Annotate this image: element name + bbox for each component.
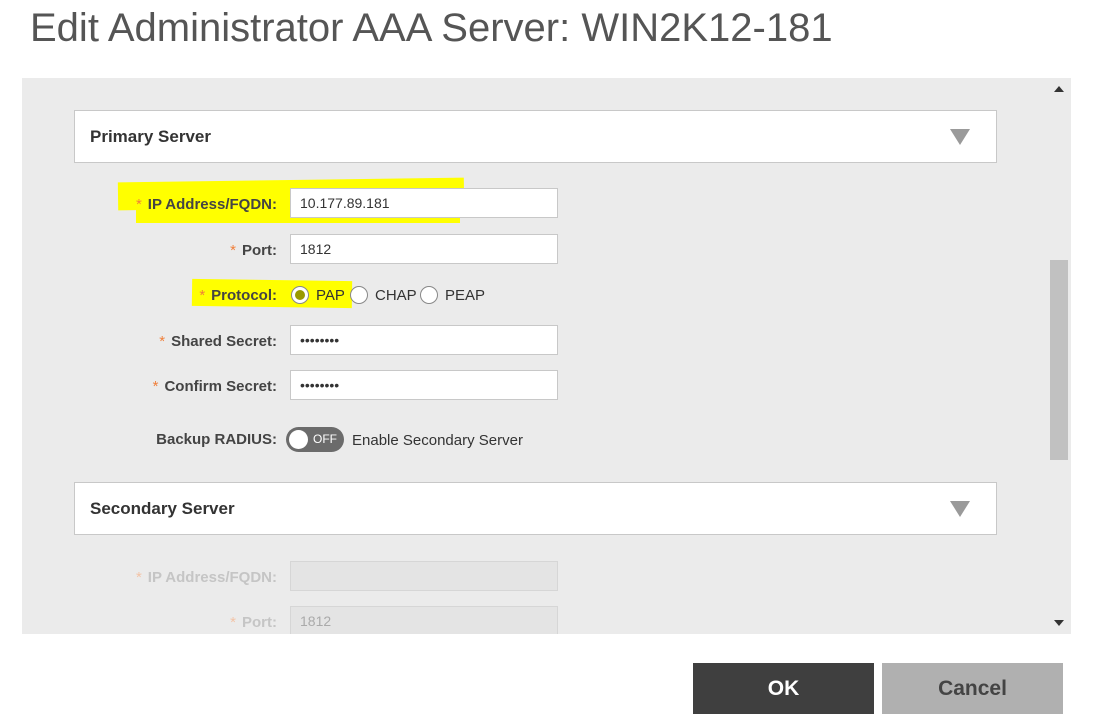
- radio-chap[interactable]: [350, 286, 368, 304]
- confirm-secret-label: * Confirm Secret:: [152, 378, 277, 395]
- secondary-port-field[interactable]: 1812: [290, 606, 558, 634]
- secondary-server-title: Secondary Server: [90, 499, 235, 518]
- scroll-down-arrow-icon[interactable]: [1054, 620, 1064, 626]
- port-label: * Port:: [230, 242, 277, 259]
- protocol-label: * Protocol:: [199, 287, 277, 304]
- radio-pap-label: PAP: [316, 287, 345, 304]
- primary-server-title: Primary Server: [90, 127, 211, 146]
- secondary-port-label: * Port:: [230, 614, 277, 631]
- secondary-server-header[interactable]: Secondary Server: [74, 482, 997, 535]
- toggle-state-label: OFF: [313, 432, 337, 446]
- primary-server-header[interactable]: Primary Server: [74, 110, 997, 163]
- dialog-title: Edit Administrator AAA Server: WIN2K12-1…: [30, 6, 833, 50]
- secondary-ip-field[interactable]: [290, 561, 558, 591]
- secondary-ip-label: * IP Address/FQDN:: [135, 569, 277, 586]
- shared-secret-text: ••••••••: [300, 332, 340, 348]
- secondary-port-text: 1812: [300, 613, 332, 629]
- ok-button[interactable]: OK: [693, 663, 874, 714]
- ip-address-label: * IP Address/FQDN:: [135, 196, 277, 213]
- shared-secret-field[interactable]: ••••••••: [290, 325, 558, 355]
- ip-address-text: 10.177.89.181: [300, 195, 390, 211]
- ip-address-field[interactable]: 10.177.89.181: [290, 188, 558, 218]
- shared-secret-label: * Shared Secret:: [159, 333, 277, 350]
- toggle-knob: [289, 430, 308, 449]
- form-panel: Primary Server * IP Address/FQDN: 10.177.…: [22, 78, 1071, 634]
- cancel-button[interactable]: Cancel: [882, 663, 1063, 714]
- chevron-down-icon[interactable]: [950, 501, 970, 517]
- confirm-secret-field[interactable]: ••••••••: [290, 370, 558, 400]
- radio-peap[interactable]: [420, 286, 438, 304]
- radio-pap[interactable]: [291, 286, 309, 304]
- backup-radius-toggle[interactable]: OFF: [286, 427, 344, 452]
- chevron-down-icon[interactable]: [950, 129, 970, 145]
- backup-radius-label: Backup RADIUS:: [156, 431, 277, 448]
- port-text: 1812: [300, 241, 332, 257]
- enable-secondary-text: Enable Secondary Server: [352, 432, 523, 449]
- confirm-secret-text: ••••••••: [300, 377, 340, 393]
- scroll-thumb[interactable]: [1050, 260, 1068, 460]
- scroll-up-arrow-icon[interactable]: [1054, 86, 1064, 92]
- radio-peap-label: PEAP: [445, 287, 486, 304]
- scrollbar[interactable]: [1047, 78, 1071, 634]
- radio-chap-label: CHAP: [375, 287, 417, 304]
- port-field[interactable]: 1812: [290, 234, 558, 264]
